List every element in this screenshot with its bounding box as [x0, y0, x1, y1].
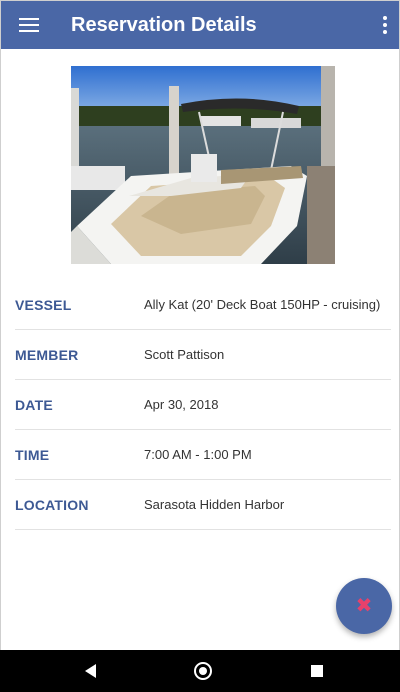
detail-row-date: DATE Apr 30, 2018 — [15, 380, 391, 430]
detail-row-vessel: VESSEL Ally Kat (20' Deck Boat 150HP - c… — [15, 280, 391, 330]
back-triangle-icon[interactable] — [85, 664, 96, 678]
reservation-details-list: VESSEL Ally Kat (20' Deck Boat 150HP - c… — [15, 280, 391, 530]
member-label: MEMBER — [15, 346, 79, 363]
detail-row-time: TIME 7:00 AM - 1:00 PM — [15, 430, 391, 480]
time-label: TIME — [15, 446, 50, 463]
vessel-value: Ally Kat (20' Deck Boat 150HP - cruising… — [144, 297, 381, 312]
app-bar: Reservation Details — [1, 1, 399, 49]
date-value: Apr 30, 2018 — [144, 397, 219, 412]
date-label: DATE — [15, 396, 53, 413]
cancel-reservation-button[interactable]: ✖ — [336, 578, 392, 634]
recents-square-icon[interactable] — [311, 665, 323, 677]
close-icon: ✖ — [355, 595, 373, 617]
location-label: LOCATION — [15, 496, 89, 513]
vessel-photo — [71, 66, 335, 264]
member-value: Scott Pattison — [144, 347, 225, 362]
vessel-label: VESSEL — [15, 296, 72, 313]
page-title: Reservation Details — [71, 13, 257, 36]
hamburger-menu-icon[interactable] — [1, 1, 57, 49]
location-value: Sarasota Hidden Harbor — [144, 497, 285, 512]
time-value: 7:00 AM - 1:00 PM — [144, 447, 252, 462]
more-vertical-icon[interactable] — [371, 1, 399, 49]
system-navigation-bar — [0, 650, 400, 692]
home-circle-icon[interactable] — [194, 662, 212, 680]
detail-row-member: MEMBER Scott Pattison — [15, 330, 391, 380]
detail-row-location: LOCATION Sarasota Hidden Harbor — [15, 480, 391, 530]
